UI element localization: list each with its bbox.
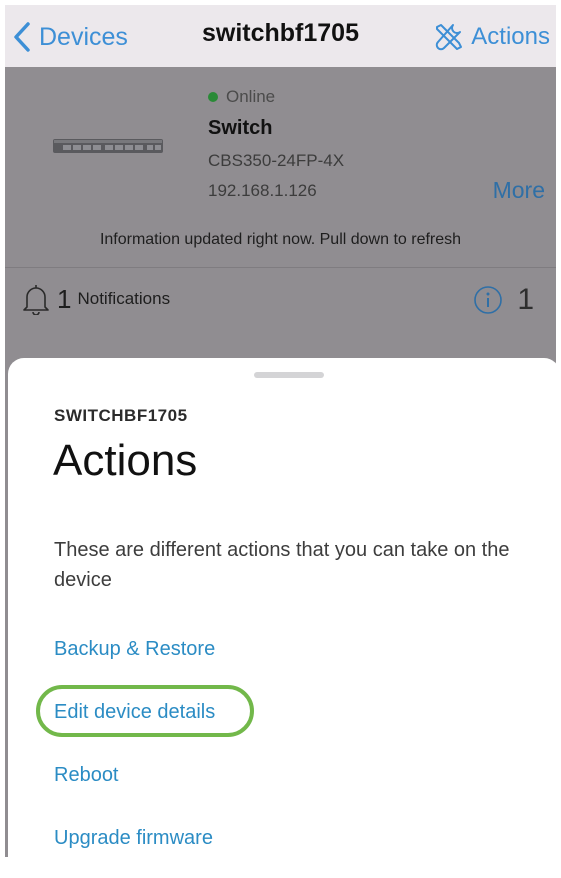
actions-sheet: SWITCHBF1705 Actions These are different… (8, 358, 560, 878)
device-model: CBS350-24FP-4X (208, 151, 345, 170)
reboot-action[interactable]: Reboot (54, 764, 119, 787)
navigation-bar: Devices switchbf1705 Actions (5, 5, 556, 67)
sheet-title: Actions (53, 436, 198, 485)
chevron-left-icon (14, 22, 30, 52)
actions-button[interactable]: Actions (433, 17, 550, 57)
more-link[interactable]: More (493, 177, 545, 204)
sheet-grabber-handle[interactable] (254, 372, 324, 378)
actions-button-label: Actions (471, 23, 550, 50)
sheet-subtitle: SWITCHBF1705 (54, 406, 188, 425)
device-ip: 192.168.1.126 (208, 181, 317, 200)
bell-icon (23, 285, 49, 315)
status-badge: Online (208, 87, 275, 107)
notifications-label: Notifications (77, 289, 171, 308)
refresh-info-text: Information updated right now. Pull down… (99, 231, 462, 248)
switch-device-image (53, 139, 163, 153)
back-button-label: Devices (39, 22, 128, 51)
divider (5, 267, 556, 268)
back-button[interactable]: Devices (13, 17, 128, 57)
info-count: 1 (517, 283, 534, 316)
notifications-count: 1 (57, 283, 72, 314)
backup-restore-action[interactable]: Backup & Restore (54, 638, 215, 661)
tools-icon (436, 24, 463, 51)
notifications-button[interactable]: 1 Notifications (21, 283, 170, 315)
edit-device-details-action[interactable]: Edit device details (54, 701, 215, 724)
sheet-description: These are different actions that you can… (54, 539, 510, 591)
online-dot-icon (208, 92, 218, 102)
device-type: Switch (208, 117, 273, 139)
status-label: Online (226, 87, 276, 106)
upgrade-firmware-action[interactable]: Upgrade firmware (54, 827, 213, 850)
info-button[interactable]: 1 (473, 283, 534, 317)
info-icon (474, 286, 503, 314)
